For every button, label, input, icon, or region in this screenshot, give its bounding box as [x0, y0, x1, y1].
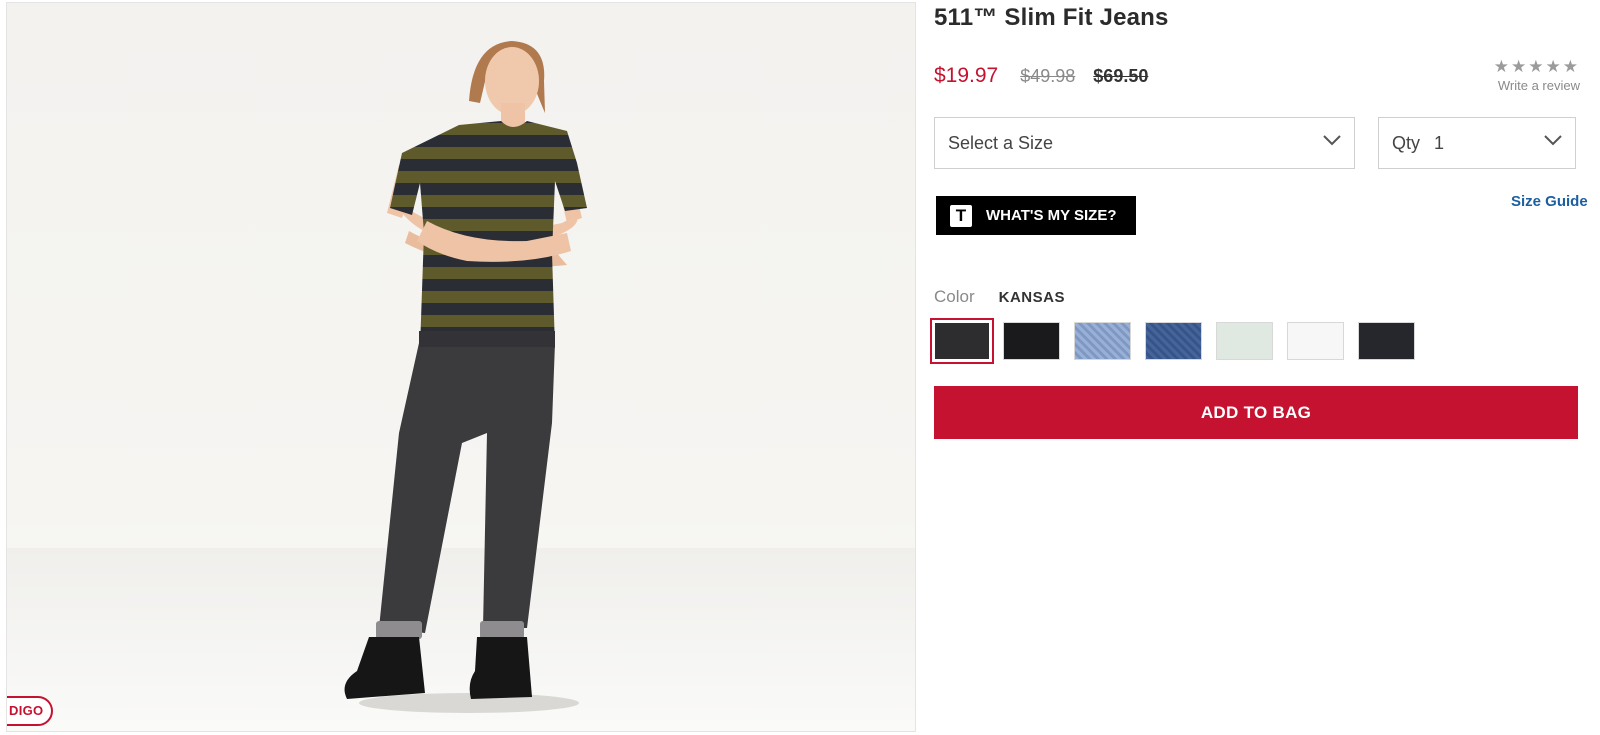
color-swatches [930, 318, 1430, 366]
color-swatch-black[interactable] [1003, 322, 1060, 360]
was-price: $49.98 [1020, 66, 1076, 86]
price-group: $19.97 $49.98 $69.50 [934, 64, 1148, 88]
product-title: 511™ Slim Fit Jeans [934, 4, 1169, 31]
color-swatch-medium-indigo[interactable] [1145, 322, 1202, 360]
size-select-value: Select a Size [948, 132, 1054, 153]
chevron-down-icon [1544, 135, 1562, 146]
sale-price: $19.97 [934, 64, 999, 87]
color-swatch-kansas[interactable] [930, 318, 994, 364]
add-to-bag-button[interactable]: ADD TO BAG [934, 386, 1578, 439]
selected-color-name: KANSAS [998, 289, 1065, 306]
swatch-fill [935, 323, 989, 359]
product-image[interactable]: DIGO [6, 2, 916, 732]
color-swatch-light-stonewash[interactable] [1074, 322, 1131, 360]
color-swatch-white[interactable] [1287, 322, 1344, 360]
image-badge[interactable]: DIGO [7, 696, 54, 726]
truefit-logo-icon: T [950, 204, 972, 227]
rating-block: ★★★★★ Write a review [1494, 57, 1580, 93]
size-guide-link[interactable]: Size Guide [1511, 193, 1588, 210]
qty-select[interactable]: Qty 1 [1378, 117, 1576, 169]
color-swatch-pale-mint[interactable] [1216, 322, 1273, 360]
original-price: $69.50 [1093, 66, 1149, 86]
qty-label: Qty [1392, 132, 1421, 153]
qty-value: 1 [1434, 132, 1445, 153]
whats-my-size-label: WHAT'S MY SIZE? [986, 207, 1117, 224]
write-review-link[interactable]: Write a review [1494, 78, 1580, 93]
color-row: Color KANSAS [934, 287, 1065, 307]
size-select[interactable]: Select a Size [934, 117, 1355, 169]
chevron-down-icon [1323, 135, 1341, 146]
color-swatch-dark-charcoal[interactable] [1358, 322, 1415, 360]
model-illustration [344, 41, 587, 713]
star-rating: ★★★★★ [1493, 57, 1580, 76]
color-label: Color [934, 287, 975, 306]
product-info-panel: 511™ Slim Fit Jeans $19.97 $49.98 $69.50… [930, 0, 1594, 735]
whats-my-size-button[interactable]: T WHAT'S MY SIZE? [936, 196, 1136, 235]
